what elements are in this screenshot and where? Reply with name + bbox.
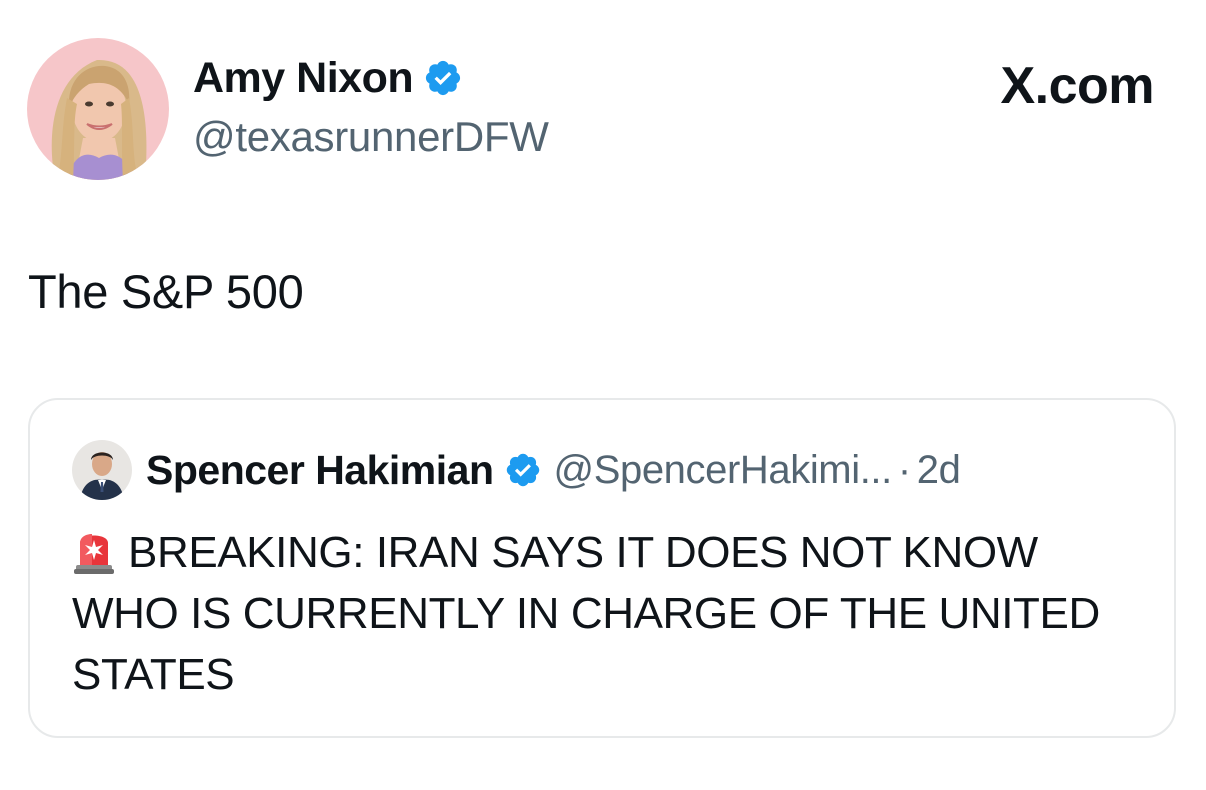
quoted-author-handle[interactable]: @SpencerHakimi...: [554, 448, 893, 493]
verified-badge-icon: [426, 60, 461, 96]
author-block: Amy Nixon @texasrunnerDFW: [193, 52, 549, 162]
quoted-tweet-header: Spencer Hakimian @SpencerHakimi... · 2d: [146, 444, 961, 496]
quoted-tweet-time[interactable]: 2d: [917, 448, 961, 493]
quoted-author-avatar[interactable]: [72, 440, 132, 500]
site-label-text: X.com: [1000, 57, 1154, 115]
quoted-tweet-text-block: BREAKING: IRAN SAYS IT DOES NOT KNOW WHO…: [72, 522, 1152, 705]
siren-icon: [74, 534, 114, 574]
quoted-tweet-text: BREAKING: IRAN SAYS IT DOES NOT KNOW WHO…: [72, 528, 1100, 699]
quoted-tweet-card[interactable]: Spencer Hakimian @SpencerHakimi... · 2d …: [28, 398, 1176, 738]
author-name[interactable]: Amy Nixon: [193, 52, 414, 104]
author-avatar[interactable]: [27, 38, 169, 180]
separator-dot: ·: [897, 447, 911, 492]
verified-badge-icon: [506, 453, 539, 487]
site-label: X.com: [1000, 56, 1154, 116]
tweet-text: The S&P 500: [28, 265, 304, 318]
quoted-author-name[interactable]: Spencer Hakimian: [146, 447, 494, 494]
author-name-row: Amy Nixon: [193, 52, 549, 104]
author-handle[interactable]: @texasrunnerDFW: [193, 112, 549, 162]
